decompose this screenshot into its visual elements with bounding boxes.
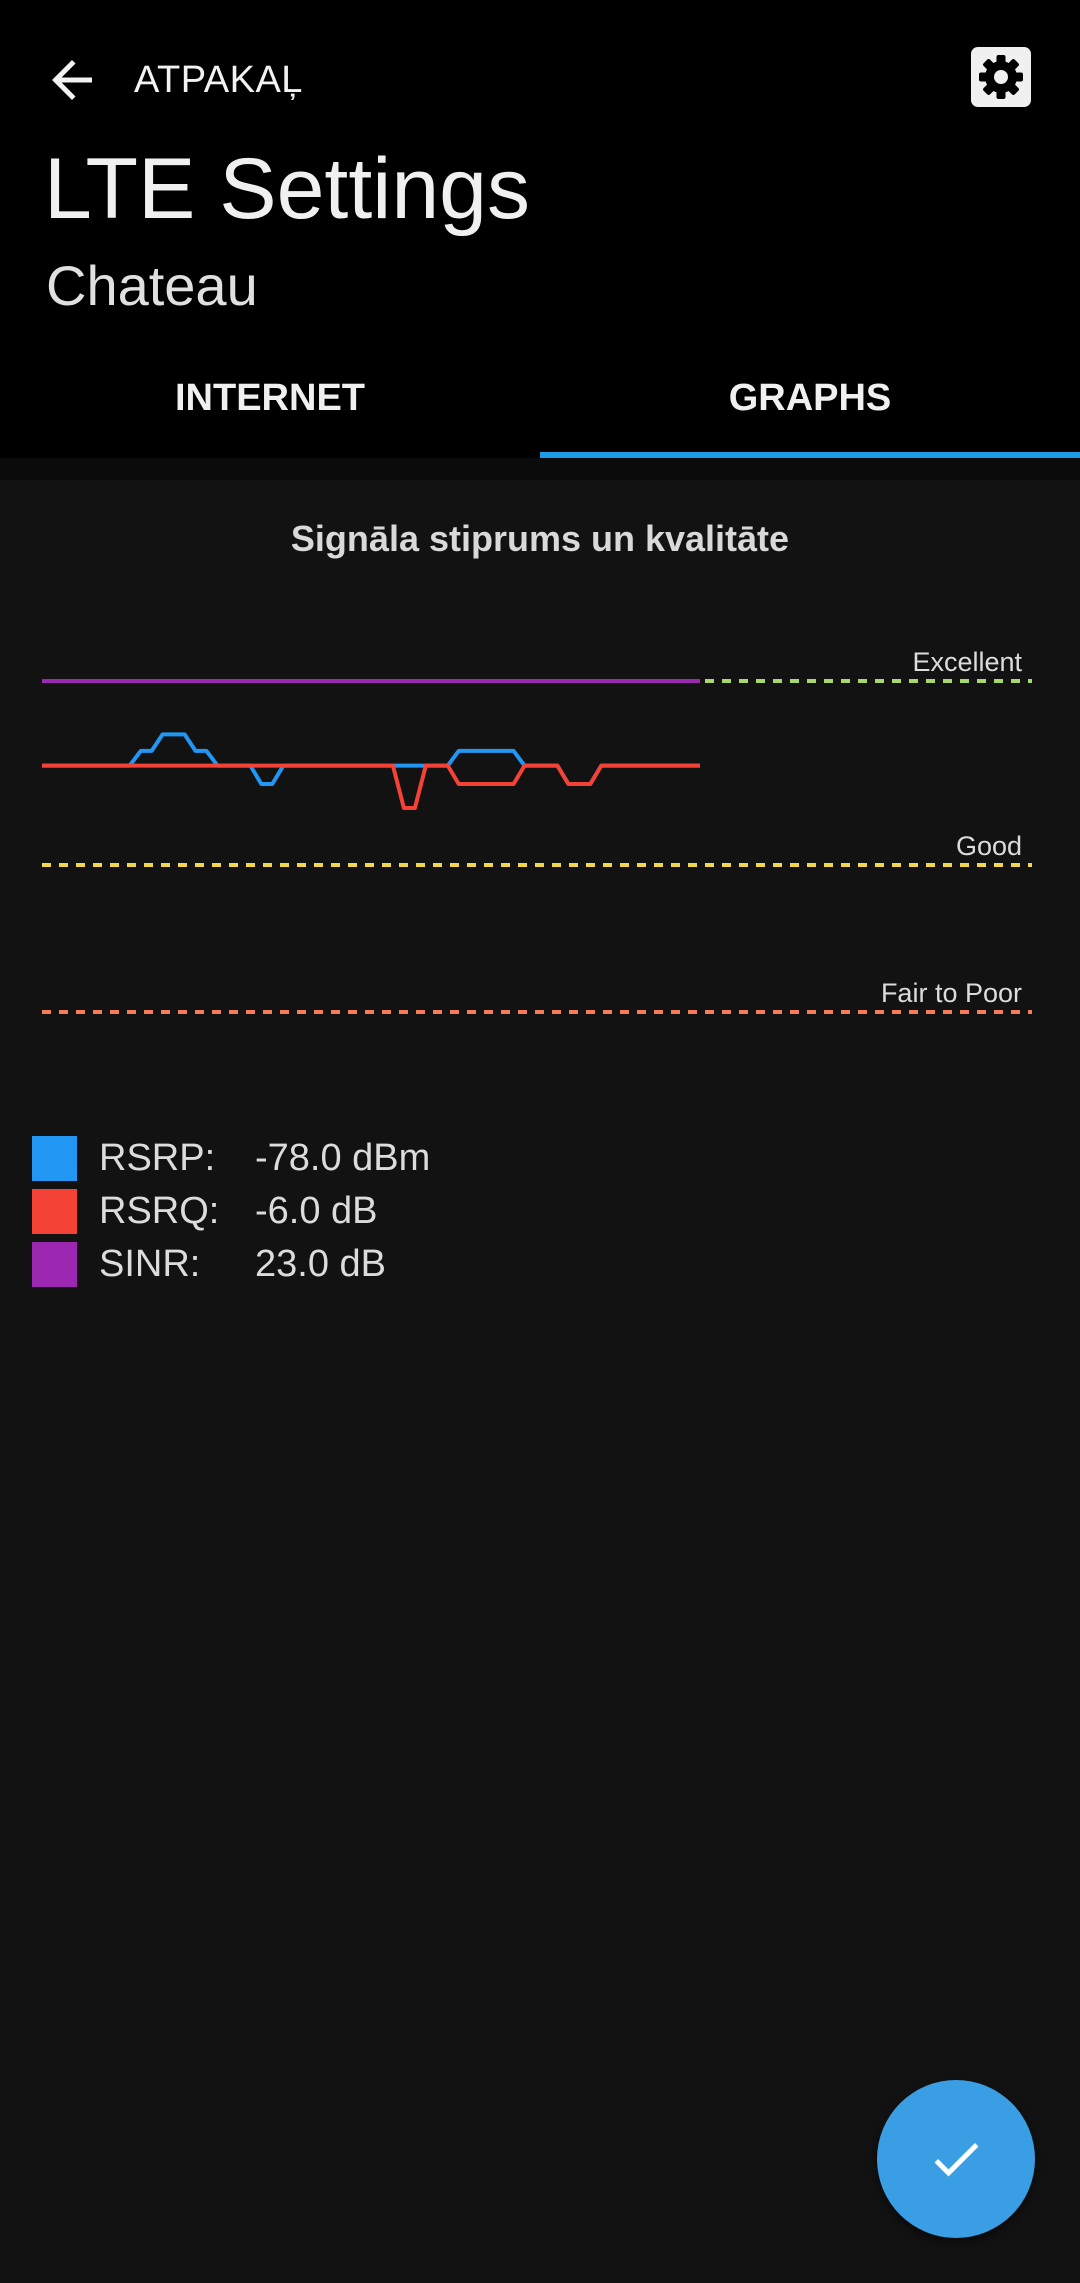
settings-button[interactable]	[968, 44, 1034, 110]
threshold-excellent-label: Excellent	[912, 647, 1022, 677]
legend-swatch-rsrp	[32, 1136, 77, 1181]
tab-internet[interactable]: INTERNET	[0, 340, 540, 456]
chart-title: Signāla stiprums un kvalitāte	[290, 518, 790, 559]
back-label: ATPAKAĻ	[134, 58, 303, 101]
legend-item-sinr: SINR: 23.0 dB	[32, 1238, 430, 1291]
legend-swatch-sinr	[32, 1242, 77, 1287]
threshold-fair-to-poor-label: Fair to Poor	[881, 978, 1022, 1008]
rsrp-line	[42, 732, 700, 786]
legend-value: -78.0 dBm	[255, 1137, 431, 1179]
back-button[interactable]: ATPAKAĻ	[42, 44, 303, 116]
legend-label: RSRQ:	[99, 1190, 220, 1232]
rsrq-line	[42, 763, 700, 810]
legend-value: 23.0 dB	[255, 1243, 386, 1285]
legend-value: -6.0 dB	[255, 1190, 378, 1232]
device-name: Chateau	[46, 254, 258, 317]
arrow-left-icon	[42, 44, 112, 116]
chart-legend: RSRP: -78.0 dBm RSRQ: -6.0 dB SINR: 23.0…	[32, 1132, 430, 1291]
tab-graphs[interactable]: GRAPHS	[540, 340, 1080, 456]
check-icon	[934, 2142, 979, 2177]
legend-swatch-rsrq	[32, 1189, 77, 1234]
legend-item-rsrp: RSRP: -78.0 dBm	[32, 1132, 430, 1185]
page-title: LTE Settings	[44, 141, 530, 237]
legend-label: SINR:	[99, 1243, 201, 1285]
gear-icon	[971, 47, 1031, 107]
legend-label: RSRP:	[99, 1137, 216, 1179]
confirm-button[interactable]	[877, 2080, 1035, 2238]
divider	[0, 458, 1080, 480]
legend-item-rsrq: RSRQ: -6.0 dB	[32, 1185, 430, 1238]
app-header: ATPAKAĻ LTE Settings Chateau INTERNET GR…	[0, 0, 1080, 458]
threshold-good-label: Good	[956, 831, 1022, 861]
signal-chart: Excellent Good Fair to Poor	[42, 647, 1032, 1014]
